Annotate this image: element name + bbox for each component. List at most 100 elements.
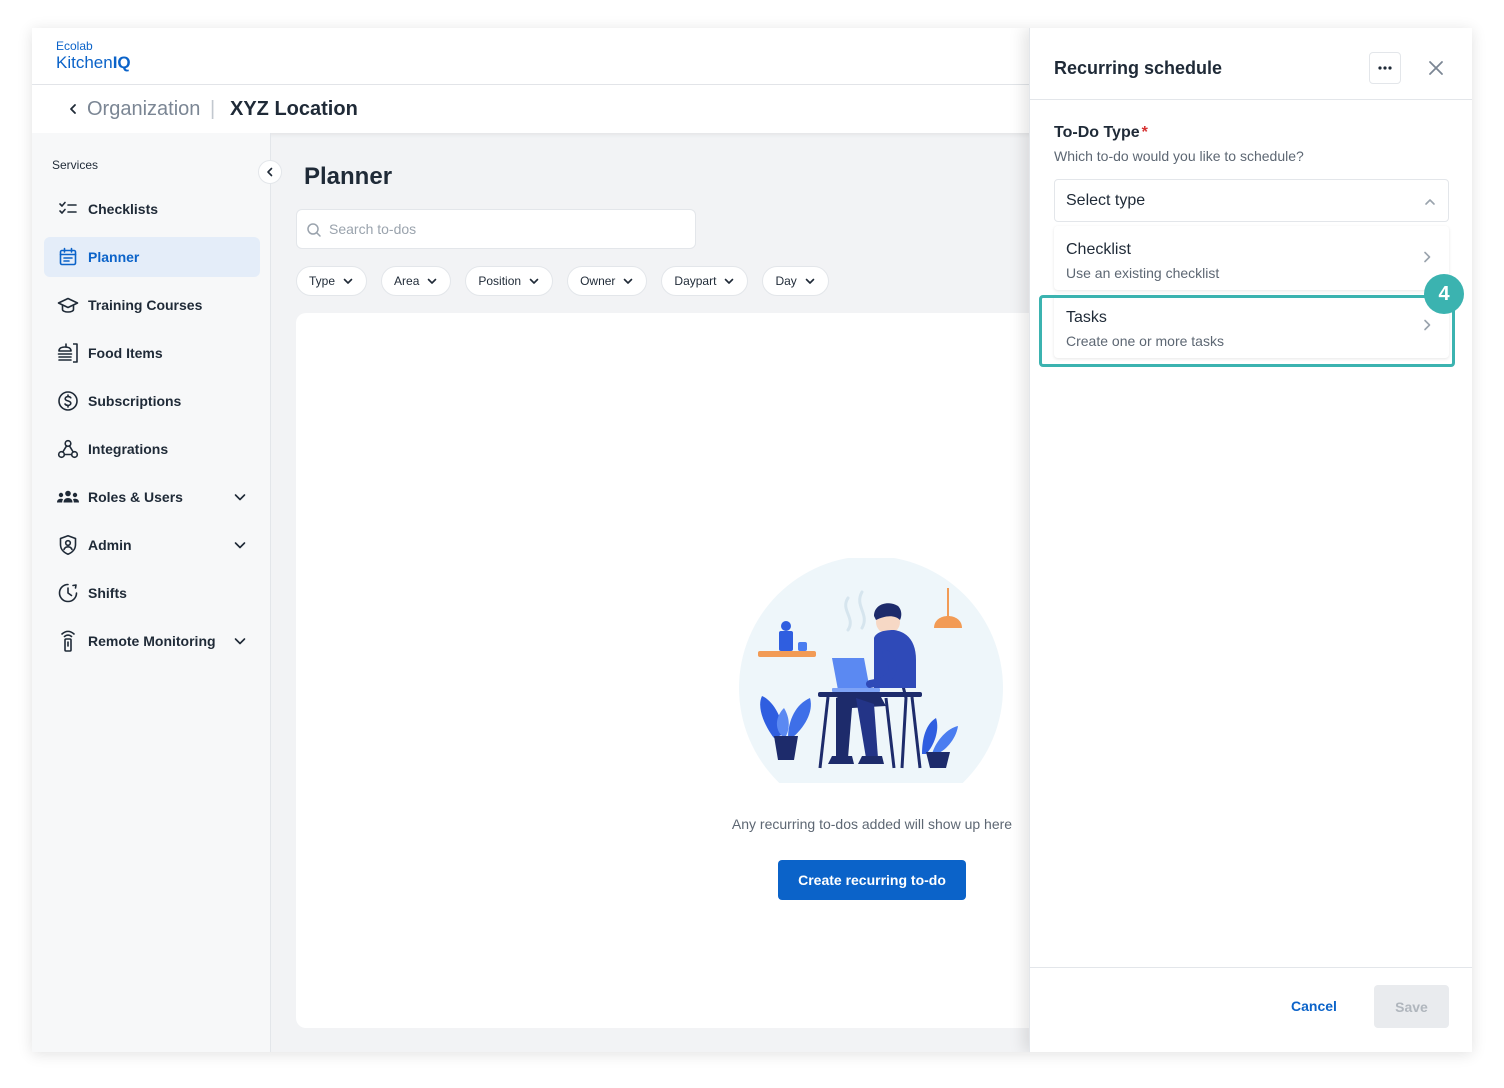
- filter-label: Position: [478, 274, 522, 288]
- sidebar-item-shifts[interactable]: Shifts: [44, 573, 260, 613]
- todo-type-help: Which to-do would you like to schedule?: [1054, 148, 1304, 164]
- sidebar-item-integrations[interactable]: Integrations: [44, 429, 260, 469]
- filter-daypart[interactable]: Daypart: [661, 266, 749, 296]
- checklist-icon: [56, 197, 80, 221]
- filter-label: Area: [394, 274, 420, 288]
- brand-line2: KitchenIQ: [56, 53, 131, 72]
- close-icon: [1429, 61, 1443, 75]
- webhook-icon: [56, 437, 80, 461]
- chevron-right-icon: [1424, 251, 1431, 263]
- page-title: Planner: [304, 163, 393, 190]
- filter-label: Owner: [580, 274, 616, 288]
- save-button[interactable]: Save: [1374, 985, 1449, 1028]
- filter-owner[interactable]: Owner: [567, 266, 648, 296]
- chevron-up-icon: [1425, 199, 1435, 205]
- search-icon: [307, 223, 321, 237]
- sidebar-collapse-button[interactable]: [258, 160, 282, 184]
- sidebar-item-remote-monitoring[interactable]: Remote Monitoring: [44, 621, 260, 661]
- todo-type-label: To-Do Type *: [1054, 124, 1148, 142]
- todo-type-options: Checklist Use an existing checklist Task…: [1054, 226, 1449, 362]
- panel-header: Recurring schedule: [1030, 28, 1472, 100]
- panel-footer: Cancel Save: [1030, 967, 1472, 1052]
- search-input[interactable]: [329, 210, 689, 248]
- chevron-down-icon[interactable]: [232, 633, 248, 649]
- sidebar-item-subscriptions[interactable]: Subscriptions: [44, 381, 260, 421]
- food-items-icon: [56, 341, 80, 365]
- panel-title: Recurring schedule: [1054, 58, 1223, 78]
- todo-type-select[interactable]: Select type: [1054, 179, 1449, 222]
- sidebar-item-admin[interactable]: Admin: [44, 525, 260, 565]
- sensor-icon: [56, 629, 80, 653]
- todo-type-label-text: To-Do Type: [1054, 124, 1140, 141]
- sidebar-item-label: Planner: [88, 249, 140, 265]
- brand-line2-bold: IQ: [112, 53, 131, 72]
- filter-label: Day: [775, 274, 797, 288]
- option-subtitle: Use an existing checklist: [1066, 265, 1220, 281]
- sidebar-item-label: Food Items: [88, 345, 163, 361]
- brand-line2-prefix: Kitchen: [56, 53, 113, 72]
- empty-state-illustration: [739, 558, 1003, 783]
- breadcrumb-location: XYZ Location: [230, 98, 358, 120]
- recurring-schedule-panel: Recurring schedule To-Do Type * Which to-…: [1029, 28, 1472, 1052]
- filter-position[interactable]: Position: [465, 266, 554, 296]
- filter-label: Type: [309, 274, 336, 288]
- filter-bar: Type Area Position Owner Daypart Day: [296, 266, 843, 296]
- chevron-down-icon: [725, 278, 734, 284]
- brand-line1: Ecolab: [56, 39, 93, 53]
- sidebar: Services Checklists Planner Training Cou…: [32, 133, 271, 1052]
- sidebar-item-label: Checklists: [88, 201, 159, 217]
- close-button[interactable]: [1426, 58, 1446, 78]
- sidebar-item-checklists[interactable]: Checklists: [44, 189, 260, 229]
- chevron-down-icon: [805, 278, 815, 284]
- filter-type[interactable]: Type: [296, 266, 368, 296]
- chevron-down-icon: [624, 278, 633, 284]
- sidebar-item-food-items[interactable]: Food Items: [44, 333, 260, 373]
- filter-day[interactable]: Day: [762, 266, 829, 296]
- sidebar-nav: Checklists Planner Training Courses Food…: [44, 189, 260, 669]
- sidebar-item-label: Roles & Users: [88, 489, 183, 505]
- breadcrumb-organization[interactable]: Organization: [87, 98, 200, 121]
- chevron-down-icon: [343, 278, 353, 284]
- sidebar-item-label: Integrations: [88, 441, 169, 457]
- breadcrumb-separator: |: [210, 98, 216, 120]
- step-badge: 4: [1424, 274, 1464, 314]
- more-horizontal-icon: [1378, 66, 1392, 70]
- required-marker: *: [1141, 124, 1148, 141]
- filter-label: Daypart: [674, 274, 717, 288]
- brand-logo[interactable]: Ecolab KitchenIQ: [56, 39, 131, 73]
- create-recurring-todo-button[interactable]: Create recurring to-do: [778, 860, 966, 900]
- sidebar-item-training-courses[interactable]: Training Courses: [44, 285, 260, 325]
- chevron-down-icon[interactable]: [232, 489, 248, 505]
- option-title: Checklist: [1066, 241, 1131, 258]
- option-title: Tasks: [1066, 309, 1107, 326]
- option-subtitle: Create one or more tasks: [1066, 333, 1224, 349]
- clock-icon: [56, 581, 80, 605]
- search-box[interactable]: [296, 209, 696, 249]
- graduation-cap-icon: [56, 293, 80, 317]
- sidebar-item-planner[interactable]: Planner: [44, 237, 260, 277]
- chevron-down-icon[interactable]: [232, 537, 248, 553]
- sidebar-item-label: Remote Monitoring: [88, 633, 216, 649]
- users-icon: [56, 485, 80, 509]
- app-window: Ecolab KitchenIQ Organization | XYZ Loca…: [32, 28, 1472, 1052]
- option-checklist[interactable]: Checklist Use an existing checklist: [1054, 226, 1449, 290]
- chevron-down-icon: [529, 278, 539, 284]
- shield-icon: [56, 533, 80, 557]
- chevron-left-icon: [267, 167, 273, 177]
- sidebar-item-roles-users[interactable]: Roles & Users: [44, 477, 260, 517]
- select-value: Select type: [1066, 192, 1146, 209]
- empty-state-text: Any recurring to-dos added will show up …: [731, 816, 1013, 832]
- sidebar-item-label: Shifts: [88, 585, 127, 601]
- cancel-button[interactable]: Cancel: [1270, 985, 1358, 1027]
- option-tasks[interactable]: Tasks Create one or more tasks: [1054, 294, 1449, 358]
- chevron-down-icon: [428, 278, 437, 284]
- chevron-left-icon[interactable]: [66, 101, 80, 117]
- filter-area[interactable]: Area: [381, 266, 452, 296]
- dollar-circle-icon: [56, 389, 80, 413]
- sidebar-item-label: Training Courses: [88, 297, 203, 313]
- chevron-right-icon: [1424, 319, 1431, 331]
- sidebar-title: Services: [52, 158, 99, 172]
- sidebar-item-label: Admin: [88, 537, 132, 553]
- more-options-button[interactable]: [1369, 52, 1401, 84]
- calendar-icon: [56, 245, 80, 269]
